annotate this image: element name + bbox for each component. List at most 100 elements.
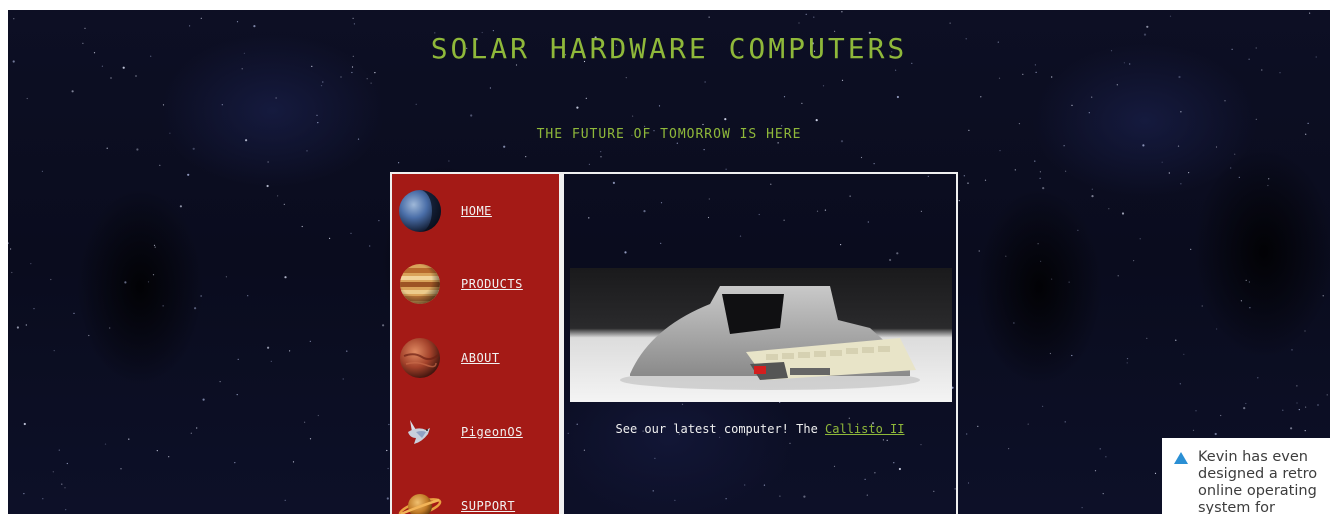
star-dot — [1190, 248, 1192, 250]
star-dot — [237, 358, 239, 360]
star-dot — [967, 182, 969, 184]
star-dot — [270, 360, 272, 362]
star-dot — [841, 11, 843, 13]
star-dot — [109, 327, 111, 329]
star-dot — [202, 398, 205, 401]
callisto-ii-computer-photo[interactable] — [570, 268, 952, 402]
star-dot — [196, 427, 198, 429]
star-dot — [236, 21, 239, 23]
star-dot — [104, 443, 107, 445]
star-dot — [1161, 161, 1163, 163]
star-dot — [1049, 352, 1051, 355]
neptune-planet-icon — [399, 190, 441, 232]
star-dot — [192, 147, 195, 150]
nav-link-products[interactable]: PRODUCTS — [461, 277, 523, 291]
star-dot — [949, 22, 951, 24]
star-dot — [1064, 421, 1066, 423]
sidebar-item-products[interactable]: PRODUCTS — [398, 261, 553, 307]
star-dot — [724, 118, 727, 121]
star-dot — [1139, 238, 1141, 240]
star-dot — [168, 456, 170, 458]
star-dot — [106, 147, 108, 149]
star-dot — [236, 394, 238, 396]
latest-computer-caption: See our latest computer! The Callisto II — [564, 422, 956, 436]
star-dot — [284, 276, 287, 279]
star-dot — [1257, 377, 1259, 379]
star-dot — [266, 184, 269, 188]
sidebar-item-support[interactable]: SUPPORT — [398, 483, 553, 514]
star-dot — [1304, 330, 1306, 332]
star-dot — [320, 85, 323, 87]
star-dot — [503, 145, 506, 148]
star-dot — [1249, 307, 1251, 309]
star-dot — [386, 497, 389, 500]
star-dot — [1146, 25, 1149, 28]
star-dot — [1037, 243, 1039, 245]
star-dot — [1201, 305, 1203, 307]
star-dot — [23, 493, 25, 495]
star-dot — [525, 156, 527, 158]
star-dot — [1317, 404, 1319, 406]
star-dot — [110, 77, 112, 79]
star-dot — [704, 81, 706, 83]
star-dot — [1094, 470, 1097, 472]
star-dot — [1034, 160, 1036, 162]
star-dot — [304, 421, 306, 423]
star-dot — [386, 449, 388, 452]
star-dot — [576, 106, 579, 109]
star-dot — [42, 498, 44, 500]
callisto-ii-link[interactable]: Callisto II — [825, 422, 904, 436]
star-dot — [26, 97, 28, 100]
star-dot — [801, 102, 803, 104]
sidebar-item-home[interactable]: HOME — [398, 188, 553, 234]
star-dot — [1216, 328, 1218, 330]
pigeon-icon — [408, 420, 430, 444]
star-dot — [225, 276, 227, 278]
star-dot — [162, 104, 165, 106]
star-dot — [1188, 172, 1190, 174]
site-title: SOLAR HARDWARE COMPUTERS — [430, 32, 908, 65]
star-dot — [1290, 427, 1293, 430]
star-dot — [1238, 176, 1240, 178]
star-dot — [1091, 188, 1093, 190]
sidebar-item-pigeonos[interactable]: PigeonOS — [398, 409, 553, 455]
star-dot — [1040, 260, 1042, 262]
content-panel: See our latest computer! The Callisto II — [564, 174, 956, 514]
star-dot — [963, 175, 965, 177]
star-dot — [966, 433, 968, 435]
sidebar-item-about[interactable]: ABOUT — [398, 335, 553, 381]
star-dot — [292, 461, 295, 463]
star-dot — [958, 200, 960, 202]
star-dot — [1042, 187, 1045, 190]
nav-link-about[interactable]: ABOUT — [461, 351, 500, 365]
star-dot — [998, 77, 1001, 79]
star-dot — [1071, 354, 1073, 357]
star-dot — [977, 425, 979, 427]
star-dot — [1268, 178, 1270, 180]
star-dot — [600, 156, 602, 158]
star-dot — [84, 27, 86, 29]
star-dot — [1307, 122, 1309, 124]
star-dot — [179, 205, 182, 208]
nav-link-home[interactable]: HOME — [461, 204, 492, 218]
nav-link-pigeonos[interactable]: PigeonOS — [461, 425, 523, 439]
star-dot — [980, 96, 982, 98]
star-dot — [398, 162, 400, 164]
star-dot — [50, 278, 52, 281]
star-dot — [1195, 410, 1197, 412]
star-dot — [152, 274, 155, 276]
star-dot — [895, 69, 897, 71]
star-dot — [1063, 145, 1065, 147]
star-dot — [1077, 229, 1079, 231]
star-dot — [625, 77, 627, 79]
nav-link-support[interactable]: SUPPORT — [461, 499, 515, 513]
star-dot — [585, 97, 587, 99]
star-dot — [120, 468, 122, 470]
star-dot — [873, 163, 875, 165]
star-dot — [1027, 423, 1029, 425]
star-dot — [1146, 337, 1148, 339]
star-dot — [1177, 145, 1180, 147]
star-dot — [61, 483, 63, 485]
star-dot — [805, 13, 807, 15]
star-dot — [382, 324, 385, 327]
